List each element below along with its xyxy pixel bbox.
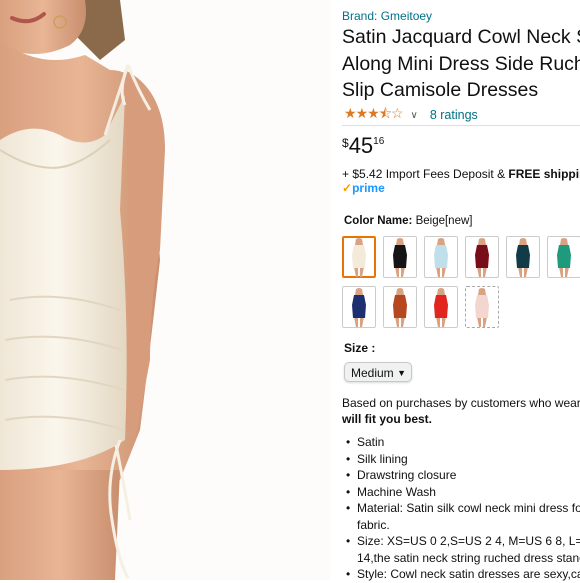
product-main-image[interactable]	[0, 0, 330, 580]
feature-text: Drawstring closure	[357, 468, 457, 482]
dress-thumbnail-icon	[434, 288, 448, 327]
divider	[342, 125, 580, 126]
free-shipping-link[interactable]: FREE shipping	[508, 167, 580, 181]
dress-thumbnail-icon	[475, 238, 489, 277]
color-name-label: Color Name:	[344, 215, 413, 227]
feature-text: Style: Cowl neck satin dresses are sexy,…	[357, 567, 580, 581]
rating-summary: ★★★⯪☆ ∨ 8 ratings	[344, 103, 478, 127]
chevron-down-icon[interactable]: ∨	[411, 110, 418, 121]
dress-thumbnail-icon	[352, 288, 366, 327]
fit-text: Based on purchases by customers who wear…	[342, 396, 580, 410]
dress-thumbnail-icon	[475, 288, 489, 327]
size-dropdown[interactable]: Medium ▼	[344, 362, 412, 382]
star-rating-icon[interactable]: ★★★⯪☆	[344, 103, 403, 127]
color-swatch[interactable]	[547, 236, 580, 278]
dress-thumbnail-icon	[393, 288, 407, 327]
star-full-icon: ★	[367, 105, 380, 121]
star-empty-icon: ☆	[390, 105, 404, 121]
feature-bullet: Drawstring closure	[342, 467, 580, 484]
color-name-value: Beige[new]	[415, 215, 473, 227]
feature-text: Material: Satin silk cowl neck mini dres…	[357, 501, 580, 515]
feature-bullet: Machine Wash	[342, 484, 580, 501]
chevron-down-icon: ▼	[397, 368, 406, 378]
color-swatch[interactable]	[465, 286, 499, 328]
price-symbol: $	[342, 136, 349, 150]
product-details: Brand: Gmeitoey Satin Jacquard Cowl Neck…	[342, 0, 580, 583]
feature-text: Machine Wash	[357, 484, 436, 499]
feature-text: Satin	[357, 435, 385, 449]
feature-bullets: Satin Silk lining Drawstring closure Mac…	[342, 434, 580, 583]
feature-text: Size: XS=US 0 2,S=US 2 4, M=US 6 8, L=US	[357, 534, 580, 548]
dress-thumbnail-icon	[352, 238, 366, 277]
dress-thumbnail-icon	[393, 238, 407, 277]
brand-link[interactable]: Brand: Gmeitoey	[342, 9, 432, 23]
color-swatch[interactable]	[342, 236, 376, 278]
color-name: Color Name: Beige[new]	[344, 215, 472, 227]
price-fraction: 16	[373, 136, 385, 147]
fit-recommendation: Based on purchases by customers who wear…	[342, 395, 580, 427]
shipping-info: + $5.42 Import Fees Deposit & FREE shipp…	[342, 167, 580, 181]
feature-bullet: Size: XS=US 0 2,S=US 2 4, M=US 6 8, L=US…	[342, 533, 580, 566]
product-title-line: Along Mini Dress Side Ruch	[342, 52, 580, 75]
feature-text: Silk lining	[357, 451, 408, 466]
prime-label: prime	[352, 181, 385, 195]
prime-check-icon: ✓	[342, 181, 353, 195]
star-half-icon: ⯪	[378, 105, 392, 121]
color-swatch[interactable]	[506, 236, 540, 278]
dress-thumbnail-icon	[434, 238, 448, 277]
feature-bullet: Silk lining	[342, 451, 580, 468]
shipping-fees-text: + $5.42 Import Fees Deposit &	[342, 167, 509, 181]
feature-text-continued: fabric.	[357, 517, 390, 532]
color-swatch[interactable]	[424, 286, 458, 328]
size-label: Size :	[344, 341, 376, 355]
color-swatch[interactable]	[465, 236, 499, 278]
color-swatch[interactable]	[342, 286, 376, 328]
color-swatch[interactable]	[424, 236, 458, 278]
dress-thumbnail-icon	[516, 238, 530, 277]
product-title-line: Satin Jacquard Cowl Neck S	[342, 26, 580, 48]
color-swatch[interactable]	[383, 236, 417, 278]
price: $4516	[342, 133, 384, 159]
size-value: Medium	[351, 366, 394, 380]
feature-bullet: Material: Satin silk cowl neck mini dres…	[342, 500, 580, 533]
dress-thumbnail-icon	[557, 238, 571, 277]
product-title-line: Slip Camisole Dresses	[342, 79, 539, 101]
feature-bullet: Satin	[342, 434, 580, 451]
star-full-icon: ★	[344, 105, 357, 121]
product-title: Satin Jacquard Cowl Neck S Along Mini Dr…	[342, 24, 580, 104]
ratings-count-link[interactable]: 8 ratings	[430, 108, 478, 122]
feature-text-continued: 14,the satin neck string ruched dress st…	[357, 550, 580, 565]
feature-bullet: Style: Cowl neck satin dresses are sexy,…	[342, 566, 580, 583]
color-swatch[interactable]	[383, 286, 417, 328]
fit-text-bold: will fit you best.	[342, 412, 433, 426]
prime-badge: ✓prime	[342, 181, 385, 195]
star-full-icon: ★	[355, 105, 369, 121]
price-whole: 45	[348, 133, 374, 158]
